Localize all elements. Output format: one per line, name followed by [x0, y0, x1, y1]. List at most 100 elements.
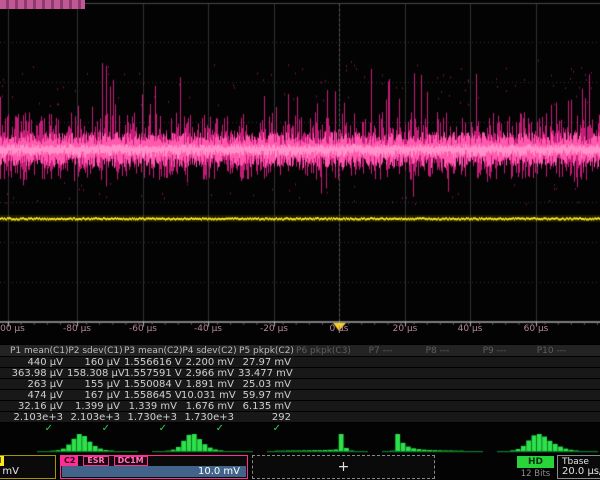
measure-row: 363.98 µV158.308 µV1.557591 V2.966 mV33.… [0, 367, 600, 378]
hd-bits-label: 12 Bits [517, 469, 554, 479]
measure-value: 59.97 mV [238, 390, 295, 400]
measure-value [523, 357, 580, 367]
measure-value [295, 390, 352, 400]
measure-value [409, 401, 466, 411]
status-check-icon: ✓ [10, 423, 67, 433]
timebase-axis-labels: -100 µs -80 µs -60 µs -40 µs -20 µs 0 µs 20 µs… [0, 324, 600, 337]
measure-value [523, 401, 580, 411]
axis-tick-label: 40 µs [458, 324, 483, 334]
measure-value: 363.98 µV [10, 368, 67, 378]
measure-row: 440 µV160 µV1.556616 V2.200 mV27.97 mV [0, 356, 600, 367]
c1-coupling-badge: DC1M [0, 456, 4, 466]
measure-value: 1.558645 V [124, 390, 181, 400]
measure-value: 474 µV [10, 390, 67, 400]
measure-value: 292 [238, 412, 295, 422]
measure-value: 1.339 mV [124, 401, 181, 411]
measure-value [352, 379, 409, 389]
measure-value: 155 µV [67, 379, 124, 389]
measure-value: 1.891 mV [181, 379, 238, 389]
hd-mode-badge[interactable]: HD [517, 456, 554, 468]
param-header[interactable]: P1 mean(C1) [10, 345, 67, 356]
measure-value [466, 357, 523, 367]
measure-value: 1.676 mV [181, 401, 238, 411]
measure-value: 263 µV [10, 379, 67, 389]
status-check-icon: ✓ [238, 423, 295, 433]
timebase-value: 20.0 µs/div [562, 466, 600, 477]
param-header[interactable]: P5 pkpk(C2) [238, 345, 295, 356]
param-header[interactable]: P3 mean(C2) [124, 345, 181, 356]
axis-tick-label: -20 µs [260, 324, 288, 334]
measure-value: 160 µV [67, 357, 124, 367]
measure-value: 25.03 mV [238, 379, 295, 389]
oscilloscope-screen: -100 µs -80 µs -60 µs -40 µs -20 µs 0 µs 20 µs… [0, 0, 600, 480]
measure-value [295, 368, 352, 378]
axis-tick-label: -100 µs [0, 324, 25, 334]
measure-value: 440 µV [10, 357, 67, 367]
axis-tick-label: 20 µs [393, 324, 418, 334]
measure-value [295, 379, 352, 389]
param-header[interactable]: P6 pkpk(C3) [295, 345, 352, 356]
measure-value: 1.399 µV [67, 401, 124, 411]
c2-scale-value: 10.0 mV [62, 466, 246, 477]
measure-value: 1.557591 V [124, 368, 181, 378]
measure-value [466, 390, 523, 400]
axis-tick-label: -80 µs [63, 324, 91, 334]
measure-value [409, 357, 466, 367]
measure-row: 263 µV155 µV1.550084 V1.891 mV25.03 mV [0, 378, 600, 389]
axis-tick-label: -40 µs [194, 324, 222, 334]
c2-channel-badge: C2 [61, 456, 78, 466]
measure-value [409, 390, 466, 400]
measurement-table: P1 mean(C1)P2 sdev(C1)P3 mean(C2)P4 sdev… [0, 344, 600, 433]
top-left-label [0, 0, 85, 9]
measure-value [466, 379, 523, 389]
measure-value: 33.477 mV [238, 368, 295, 378]
plus-icon: + [338, 459, 350, 475]
status-check-icon: ✓ [181, 423, 238, 433]
param-header[interactable]: P10 --- [523, 345, 580, 356]
measure-value [523, 412, 580, 422]
param-header[interactable]: P9 --- [466, 345, 523, 356]
measure-value [466, 401, 523, 411]
status-check-icon: ✓ [67, 423, 124, 433]
channel-c1-descriptor[interactable]: C1DC1M 10.0 mV [0, 455, 56, 479]
measure-value [523, 368, 580, 378]
measure-value: 2.103e+3 [10, 412, 67, 422]
descriptor-bar: C1DC1M 10.0 mV C2 ESR DC1M 10.0 mV + HD … [0, 455, 600, 480]
param-header[interactable]: P8 --- [409, 345, 466, 356]
measure-value [352, 401, 409, 411]
param-header[interactable]: P11 [580, 345, 600, 356]
measure-row: 2.103e+32.103e+31.730e+31.730e+3292 [0, 411, 600, 422]
measure-value [409, 368, 466, 378]
measure-value [466, 412, 523, 422]
measure-value: 27.97 mV [238, 357, 295, 367]
param-header[interactable]: P2 sdev(C1) [67, 345, 124, 356]
axis-tick-label: -60 µs [129, 324, 157, 334]
measure-value: 10.031 mV [181, 390, 238, 400]
axis-tick-label: 60 µs [524, 324, 549, 334]
timebase-descriptor[interactable]: Tbase 20.0 µs/div [557, 455, 600, 479]
param-header[interactable]: P4 sdev(C2) [181, 345, 238, 356]
status-check-icon: ✓ [124, 423, 181, 433]
measure-value: 1.730e+3 [124, 412, 181, 422]
measure-value [523, 390, 580, 400]
measure-value: 1.730e+3 [181, 412, 238, 422]
measure-row: 474 µV167 µV1.558645 V10.031 mV59.97 mV [0, 389, 600, 400]
c2-coupling-badge: DC1M [114, 456, 148, 466]
measure-value [523, 379, 580, 389]
measure-value: 158.308 µV [67, 368, 124, 378]
add-trace-button[interactable]: + [252, 455, 435, 479]
param-header[interactable]: P7 --- [352, 345, 409, 356]
measure-value [352, 390, 409, 400]
axis-tick-label: 0 µs [329, 324, 348, 334]
channel-c2-descriptor[interactable]: C2 ESR DC1M 10.0 mV [60, 455, 248, 479]
measure-value: 167 µV [67, 390, 124, 400]
measure-value [352, 368, 409, 378]
c1-scale-value: 10.0 mV [0, 466, 19, 477]
measure-value [352, 357, 409, 367]
measure-value [295, 401, 352, 411]
measure-value: 2.966 mV [181, 368, 238, 378]
measure-value [295, 412, 352, 422]
measure-value: 1.556616 V [124, 357, 181, 367]
measure-value: 6.135 mV [238, 401, 295, 411]
c2-esr-badge: ESR [83, 456, 108, 466]
